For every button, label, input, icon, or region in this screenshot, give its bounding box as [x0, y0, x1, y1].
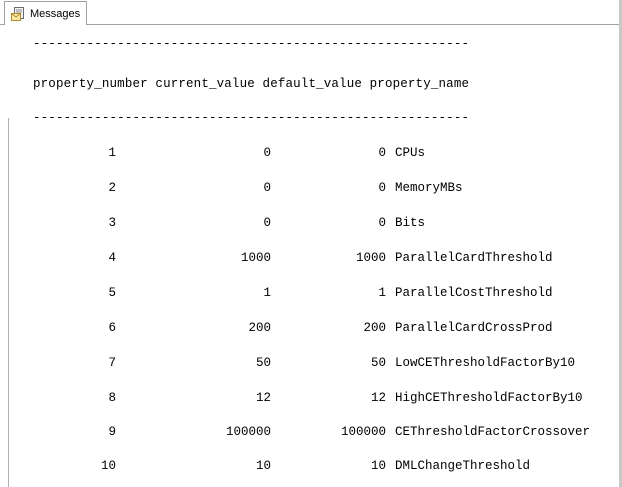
default-value: 100000 — [340, 425, 386, 439]
property-number: 1 — [108, 146, 116, 160]
table-row: 3 0 0 Bits — [0, 216, 618, 232]
default-value: 0 — [378, 181, 386, 195]
property-number: 7 — [108, 356, 116, 370]
current-value: 0 — [263, 146, 271, 160]
separator-top: ----------------------------------------… — [33, 37, 470, 51]
table-row: 4 1000 1000 ParallelCardThreshold — [0, 251, 618, 267]
property-name: LowCEThresholdFactorBy10 — [395, 356, 576, 370]
property-name: ParallelCardCrossProd — [395, 321, 553, 335]
property-number: 2 — [108, 181, 116, 195]
tab-messages-label: Messages — [30, 7, 81, 20]
table-row: 8 12 12 HighCEThresholdFactorBy10 — [0, 391, 618, 407]
property-name: ParallelCostThreshold — [395, 286, 553, 300]
column-header-line: property_number current_value default_va… — [33, 77, 470, 91]
table-row: 1 0 0 CPUs — [0, 146, 618, 162]
property-number: 6 — [108, 321, 116, 335]
table-row: 9 100000 100000 CEThresholdFactorCrossov… — [0, 425, 618, 441]
current-value: 1000 — [240, 251, 271, 265]
default-value: 12 — [370, 391, 386, 405]
property-number: 3 — [108, 216, 116, 230]
table-row: 7 50 50 LowCEThresholdFactorBy10 — [0, 356, 618, 372]
current-value: 200 — [248, 321, 271, 335]
property-number: 4 — [108, 251, 116, 265]
property-name: ParallelCardThreshold — [395, 251, 553, 265]
separator-bottom: ----------------------------------------… — [33, 111, 470, 125]
default-value: 0 — [378, 216, 386, 230]
tab-messages[interactable]: Messages — [4, 1, 87, 25]
messages-output[interactable]: ----------------------------------------… — [0, 25, 618, 487]
current-value: 12 — [255, 391, 271, 405]
results-tab-bar: Messages — [0, 0, 622, 25]
table-row: 6 200 200 ParallelCardCrossProd — [0, 321, 618, 337]
property-number: 10 — [100, 459, 116, 473]
default-value: 0 — [378, 146, 386, 160]
property-name: DMLChangeThreshold — [395, 459, 531, 473]
default-value: 10 — [370, 459, 386, 473]
property-name: CPUs — [395, 146, 426, 160]
property-number: 8 — [108, 391, 116, 405]
current-value: 0 — [263, 181, 271, 195]
current-value: 0 — [263, 216, 271, 230]
property-name: HighCEThresholdFactorBy10 — [395, 391, 583, 405]
property-number: 5 — [108, 286, 116, 300]
default-value: 1 — [378, 286, 386, 300]
default-value: 1000 — [355, 251, 386, 265]
current-value: 10 — [255, 459, 271, 473]
table-row: 10 10 10 DMLChangeThreshold — [0, 459, 618, 475]
property-name: Bits — [395, 216, 426, 230]
default-value: 200 — [363, 321, 386, 335]
current-value: 100000 — [225, 425, 271, 439]
current-value: 50 — [255, 356, 271, 370]
table-row: 2 0 0 MemoryMBs — [0, 181, 618, 197]
default-value: 50 — [370, 356, 386, 370]
messages-icon — [11, 6, 24, 21]
property-name: CEThresholdFactorCrossover — [395, 425, 591, 439]
property-name: MemoryMBs — [395, 181, 463, 195]
property-number: 9 — [108, 425, 116, 439]
current-value: 1 — [263, 286, 271, 300]
table-row: 5 1 1 ParallelCostThreshold — [0, 286, 618, 302]
